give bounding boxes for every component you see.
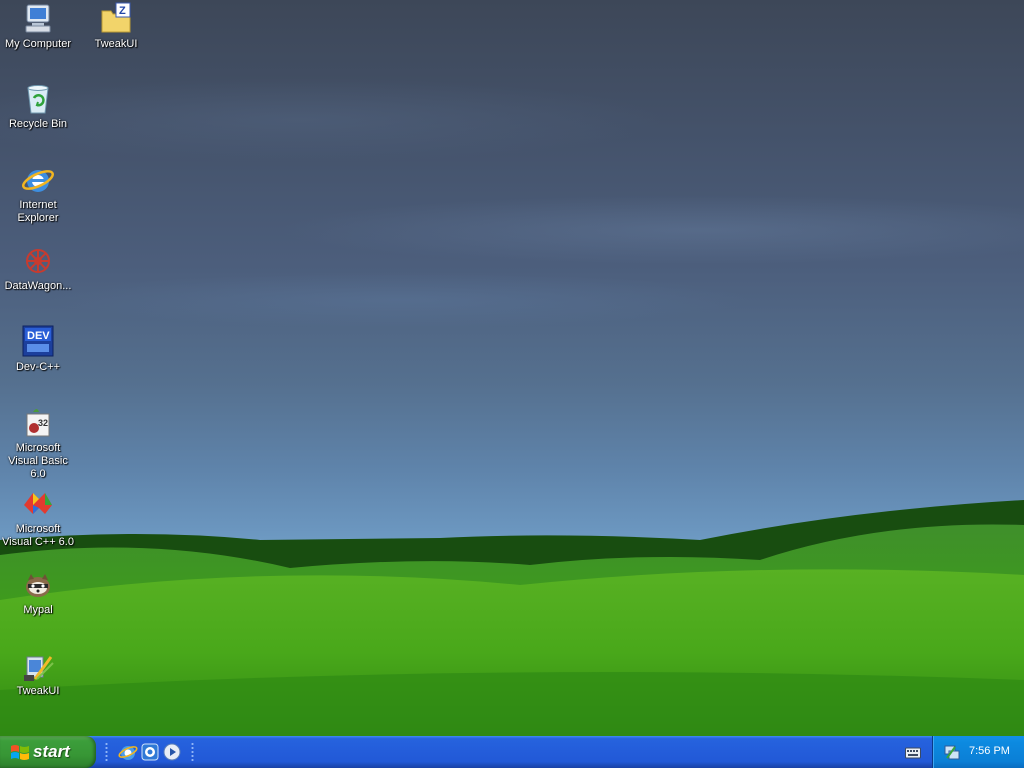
recycle-bin-icon [21, 82, 55, 116]
visual-cpp-icon [21, 487, 55, 521]
desktop-icon-label: Mypal [23, 604, 53, 616]
taskbar-grip[interactable] [191, 742, 194, 762]
desktop-icon-datawagon[interactable]: DataWagon... [0, 244, 76, 293]
taskbar[interactable]: start 7:56 PM [0, 736, 1024, 768]
internet-explorer-icon [21, 163, 55, 197]
taskbar-grip[interactable] [105, 742, 108, 762]
desktop-icon-label: Microsoft Visual Basic 6.0 [8, 442, 68, 480]
desktop-icon-label: Recycle Bin [8, 118, 68, 130]
keyboard-icon[interactable] [905, 746, 921, 759]
quicklaunch-internet-explorer-icon[interactable] [118, 742, 138, 762]
desktop-icon-label: DataWagon... [4, 280, 72, 292]
folder-icon: Z [99, 2, 133, 36]
mypal-icon [21, 568, 55, 602]
desktop-icon-label: Microsoft Visual C++ 6.0 [2, 523, 74, 548]
wallpaper-hills [0, 500, 1024, 736]
svg-text:32: 32 [38, 418, 48, 428]
desktop-icon-mypal[interactable]: Mypal [0, 568, 76, 617]
desktop[interactable]: My Computer Z TweakUI Recycle Bin Intern… [0, 0, 1024, 736]
quicklaunch-media-player-icon[interactable] [162, 742, 182, 762]
desktop-icon-internet-explorer[interactable]: Internet Explorer [0, 163, 76, 225]
system-tray: 7:56 PM [932, 736, 1024, 768]
quicklaunch-ie-alt-icon[interactable] [140, 742, 160, 762]
svg-text:DEV: DEV [27, 330, 50, 342]
network-icon[interactable] [943, 743, 961, 761]
desktop-icon-tweakui-folder[interactable]: Z TweakUI [78, 2, 154, 51]
desktop-icon-tweakui[interactable]: TweakUI [0, 649, 76, 698]
windows-logo-icon [11, 745, 29, 760]
desktop-icon-recycle-bin[interactable]: Recycle Bin [0, 82, 76, 131]
desktop-icon-dev-cpp[interactable]: DEV Dev-C++ [0, 325, 76, 374]
desktop-icon-my-computer[interactable]: My Computer [0, 2, 76, 51]
tweakui-icon [21, 649, 55, 683]
desktop-icon-visual-cpp[interactable]: Microsoft Visual C++ 6.0 [0, 487, 76, 549]
desktop-icon-label: Internet Explorer [17, 199, 59, 224]
svg-text:Z: Z [119, 5, 126, 17]
desktop-icon-visual-basic[interactable]: 32 Microsoft Visual Basic 6.0 [0, 406, 76, 481]
desktop-icon-label: TweakUI [16, 685, 60, 697]
clock[interactable]: 7:56 PM [969, 745, 1010, 757]
computer-icon [21, 2, 55, 36]
start-label: start [33, 742, 70, 761]
visual-basic-icon: 32 [21, 406, 55, 440]
datawagon-icon [21, 244, 55, 278]
desktop-icon-label: My Computer [4, 38, 72, 50]
desktop-icon-label: Dev-C++ [15, 361, 61, 373]
desktop-icon-label: TweakUI [94, 38, 138, 50]
start-button[interactable]: start [0, 736, 96, 768]
dev-cpp-icon: DEV [21, 325, 55, 359]
